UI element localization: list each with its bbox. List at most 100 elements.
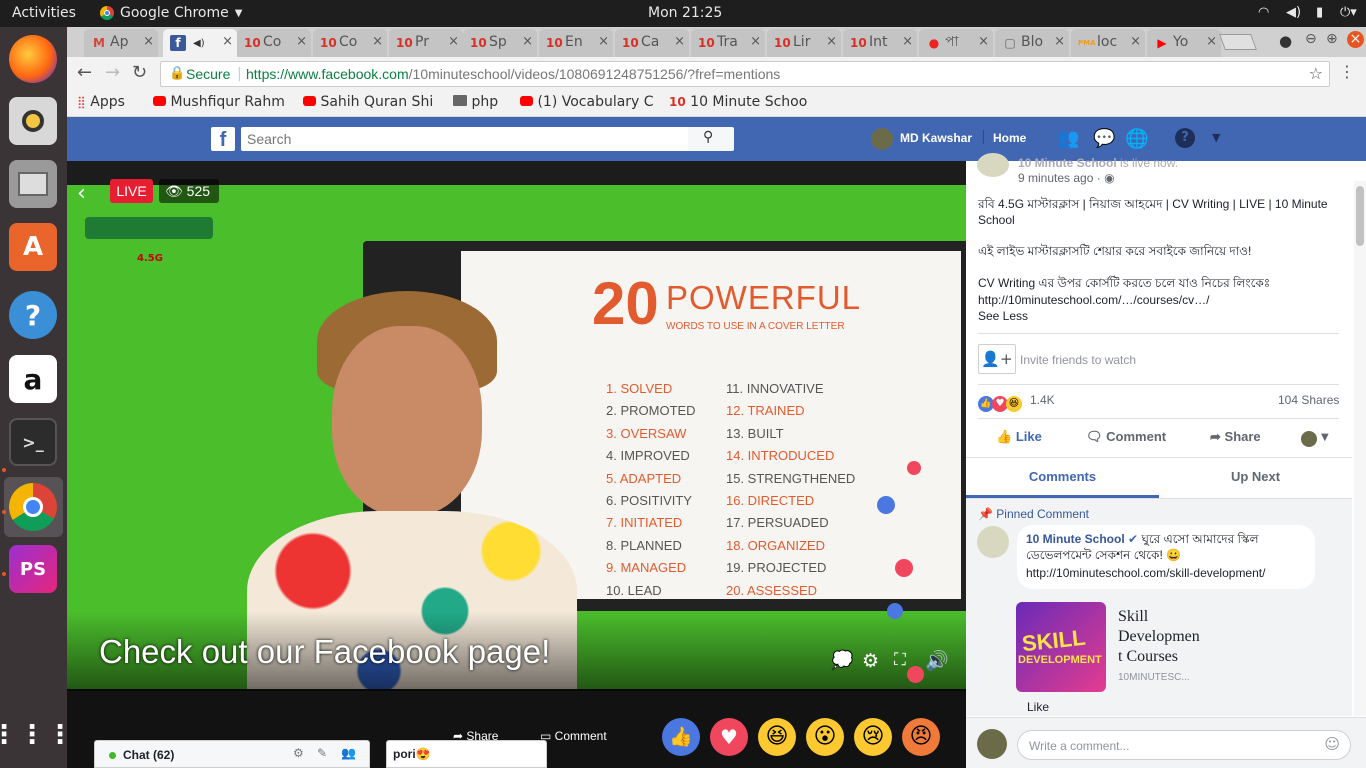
tab[interactable]: 10 En × [539,29,613,57]
volume-icon[interactable]: ◀) [1286,5,1301,20]
rhythmbox-icon[interactable] [9,97,57,145]
reaction-summary[interactable]: 👍 ♥ 😆 [978,391,1022,412]
settings-gear-icon[interactable]: ⚙ [862,650,879,672]
close-tab-icon[interactable]: × [978,29,989,55]
close-tab-icon[interactable]: × [750,29,761,55]
close-tab-icon[interactable]: × [1206,29,1217,55]
close-tab-icon[interactable]: × [674,29,685,55]
reaction-sad-icon[interactable]: 😢 [854,718,892,756]
reaction-angry-icon[interactable]: 😠 [902,718,940,756]
link-preview-title[interactable]: Skill Developmen t Courses [1118,607,1208,667]
bookmark-item[interactable]: Sahih Quran Shi [303,94,433,110]
invite-friends-label[interactable]: Invite friends to watch [1020,352,1136,368]
close-tab-icon[interactable]: × [372,29,383,55]
activities-button[interactable]: Activities [12,5,76,21]
comment-button[interactable]: ▭ Comment [540,729,607,743]
profile-icon[interactable]: ● [1279,32,1292,50]
close-tab-icon[interactable]: × [522,29,533,55]
reaction-like-icon[interactable]: 👍 [662,718,700,756]
back-icon[interactable]: ← [77,62,92,83]
files-icon[interactable] [9,160,57,208]
tab[interactable]: 10 Tra × [691,29,765,57]
fullscreen-icon[interactable]: ⛶ [894,650,906,670]
facebook-logo-icon[interactable]: f [211,127,235,151]
help-icon[interactable]: ? [1175,128,1195,148]
close-tab-icon[interactable]: × [902,29,913,55]
volume-icon[interactable]: 🔊 [925,649,949,672]
help-icon[interactable]: ? [9,291,57,339]
back-arrow-icon[interactable]: ‹ [77,181,86,206]
tab[interactable]: ▶ Yo × [1147,29,1221,57]
close-tab-icon[interactable]: × [1130,29,1141,55]
battery-icon[interactable]: ▮ [1316,5,1323,20]
new-tab-button[interactable] [1219,34,1257,50]
software-center-icon[interactable]: A [9,223,57,271]
amazon-icon[interactable]: a [9,355,57,403]
wifi-icon[interactable]: ◠ [1258,5,1269,20]
bookmark-item[interactable]: (1) Vocabulary C [520,94,654,110]
shares-count[interactable]: 104 Shares [1278,392,1339,408]
search-input[interactable] [241,127,688,151]
scrollbar[interactable] [1354,181,1366,716]
close-tab-icon[interactable]: × [296,29,307,55]
tab-up-next[interactable]: Up Next [1159,458,1352,498]
close-tab-icon[interactable]: × [826,29,837,55]
tab[interactable]: 10 Lir × [767,29,841,57]
power-icon[interactable]: ⏻▾ [1340,5,1357,20]
friend-requests-icon[interactable]: 👥 [1057,128,1079,149]
tab-comments[interactable]: Comments [966,458,1159,498]
link-preview-image[interactable]: SKILL DEVELOPMENT [1016,602,1106,692]
notifications-globe-icon[interactable]: 🌐 [1125,127,1149,150]
pinned-comment-link[interactable]: http://10minuteschool.com/skill-developm… [1026,565,1265,581]
phpstorm-icon[interactable]: PS [9,545,57,593]
close-tab-icon[interactable]: × [598,29,609,55]
account-menu-icon[interactable]: ▼ [1212,131,1220,144]
profile-link[interactable]: MD Kawshar [900,131,972,145]
chrome-dock-icon[interactable] [9,483,57,531]
close-tab-icon[interactable]: × [448,29,459,55]
new-message-icon[interactable]: ✎ [317,746,327,760]
reaction-love-icon[interactable]: ♥ [710,718,748,756]
show-apps-icon[interactable]: ⋮⋮⋮ [0,711,73,759]
close-tab-icon[interactable]: × [143,29,154,55]
address-bar[interactable]: 🔒 Secure | https://www.facebook.com/10mi… [160,61,1330,87]
chat-bar[interactable]: Chat (62) ⚙ ✎ 👥 [94,740,370,768]
tab[interactable]: 10 Ca × [615,29,689,57]
chevron-down-icon[interactable]: ▼ [1321,432,1329,443]
reload-icon[interactable]: ↻ [132,62,147,83]
bookmark-item[interactable]: 10 10 Minute Schoo [669,94,807,110]
live-video-player[interactable]: 4.5G 20 POWERFUL WORDS TO USE IN A COVER… [67,161,966,768]
page-avatar[interactable] [977,153,1009,177]
scrollbar-thumb[interactable] [1356,186,1364,246]
reaction-haha-icon[interactable]: 😆 [758,718,796,756]
commenter-avatar[interactable] [977,526,1009,558]
tab[interactable]: 10 Pr × [389,29,463,57]
bookmark-item[interactable]: Mushfiqur Rahm [153,94,285,110]
write-comment-input[interactable]: Write a comment... ☺ [1017,730,1351,760]
see-less-link[interactable]: See Less [978,308,1028,324]
audio-playing-icon[interactable]: ◀) [193,38,205,49]
tab[interactable]: 10 Co × [237,29,311,57]
home-link[interactable]: Home [993,131,1026,145]
share-button[interactable]: ➦ Share [453,729,498,743]
messenger-icon[interactable]: 💬 [1093,128,1115,149]
app-menu[interactable]: Google Chrome ▼ [100,5,242,21]
like-button[interactable]: 👍 Like [996,429,1042,445]
forward-icon[interactable]: → [105,62,120,83]
firefox-icon[interactable] [9,35,57,83]
tab[interactable]: M Ap × [84,29,158,57]
audience-avatar[interactable] [1301,431,1317,447]
search-button[interactable]: ⚲ [688,127,734,151]
maximize-icon[interactable]: ⊕ [1326,31,1338,47]
emoji-icon[interactable]: ☺ [1324,735,1340,753]
pinned-like-link[interactable]: Like [1027,699,1049,715]
close-tab-icon[interactable]: × [222,29,233,55]
clock[interactable]: Mon 21:25 [648,5,722,21]
chrome-menu-icon[interactable]: ⋮ [1339,62,1355,81]
close-tab-icon[interactable]: × [1054,29,1065,55]
close-window-icon[interactable]: × [1347,31,1364,48]
tab[interactable]: PMA loc × [1071,29,1145,57]
group-icon[interactable]: 👥 [341,746,356,760]
tab[interactable]: ▢ Blo × [995,29,1069,57]
comments-toggle-icon[interactable]: 💭 [831,650,853,671]
